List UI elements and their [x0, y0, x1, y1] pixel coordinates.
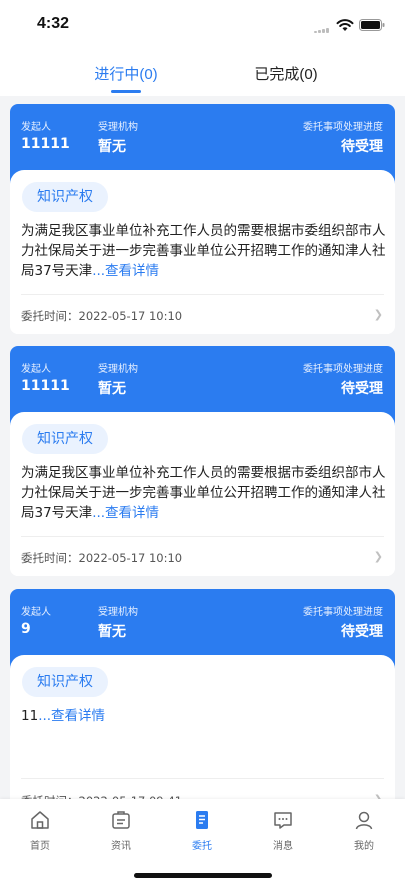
initiator-value: 11111	[21, 378, 70, 394]
wifi-icon	[336, 19, 354, 31]
description-text: 为满足我区事业单位补充工作人员的需要根据市委组织部市人力社保局关于进一步完善事业…	[21, 223, 386, 279]
nav-label: 资讯	[111, 841, 131, 852]
status-time: 4:32	[37, 15, 70, 32]
nav-label: 我的	[354, 841, 374, 852]
progress-label: 委托事项处理进度	[303, 607, 383, 618]
progress-label: 委托事项处理进度	[303, 364, 383, 375]
card-divider	[21, 778, 384, 779]
progress-value: 待受理	[341, 381, 383, 397]
category-tag: 知识产权	[22, 182, 108, 212]
progress-label: 委托事项处理进度	[303, 122, 383, 133]
card-description: 为满足我区事业单位补充工作人员的需要根据市委组织部市人力社保局关于进一步完善事业…	[21, 463, 387, 523]
tab-in-progress[interactable]: 进行中(0)	[90, 63, 162, 84]
active-tab-indicator	[111, 90, 141, 93]
nav-messages[interactable]: 消息	[253, 809, 313, 852]
nav-entrust[interactable]: 委托	[172, 809, 232, 852]
nav-home[interactable]: 首页	[10, 809, 70, 852]
nav-label: 首页	[30, 841, 50, 852]
card-divider	[21, 294, 384, 295]
view-details-link[interactable]: ...查看详情	[92, 505, 159, 521]
entrust-card[interactable]: 发起人 11111 受理机构 暂无 委托事项处理进度 待受理 知识产权 为满足我…	[10, 346, 395, 576]
news-icon	[112, 811, 130, 829]
agency-label: 受理机构	[98, 364, 138, 375]
agency-label: 受理机构	[98, 122, 138, 133]
home-indicator	[134, 873, 272, 878]
status-tabs: 进行中(0) 已完成(0)	[0, 50, 405, 96]
entrust-card[interactable]: 发起人 11111 受理机构 暂无 委托事项处理进度 待受理 知识产权 为满足我…	[10, 104, 395, 334]
nav-profile[interactable]: 我的	[334, 809, 394, 852]
initiator-value: 11111	[21, 136, 70, 152]
nav-label: 消息	[273, 841, 293, 852]
status-bar: 4:32	[0, 0, 405, 50]
category-tag: 知识产权	[22, 667, 108, 697]
agency-value: 暂无	[98, 624, 126, 640]
message-icon	[274, 812, 292, 829]
progress-value: 待受理	[341, 624, 383, 640]
entrust-card[interactable]: 发起人 9 受理机构 暂无 委托事项处理进度 待受理 知识产权 11...查看详…	[10, 589, 395, 819]
nav-label: 委托	[192, 841, 212, 852]
signal-icon	[314, 28, 330, 33]
view-details-link[interactable]: ...查看详情	[92, 263, 159, 279]
card-description: 为满足我区事业单位补充工作人员的需要根据市委组织部市人力社保局关于进一步完善事业…	[21, 221, 387, 281]
initiator-label: 发起人	[21, 122, 51, 133]
description-text: 11	[21, 708, 39, 724]
card-description: 11...查看详情	[21, 706, 387, 726]
agency-value: 暂无	[98, 139, 126, 155]
entrust-time: 委托时间：2022-05-17 10:10	[21, 551, 183, 565]
entrust-time: 委托时间：2022-05-17 10:10	[21, 309, 183, 323]
agency-value: 暂无	[98, 381, 126, 397]
initiator-value: 9	[21, 621, 31, 637]
view-details-link[interactable]: ...查看详情	[38, 708, 105, 724]
chevron-right-icon[interactable]: ❯	[374, 550, 383, 563]
tab-completed[interactable]: 已完成(0)	[248, 63, 324, 84]
category-tag: 知识产权	[22, 424, 108, 454]
entrust-icon	[196, 811, 208, 829]
progress-value: 待受理	[341, 139, 383, 155]
card-divider	[21, 536, 384, 537]
description-text: 为满足我区事业单位补充工作人员的需要根据市委组织部市人力社保局关于进一步完善事业…	[21, 465, 386, 521]
card-body: 知识产权 为满足我区事业单位补充工作人员的需要根据市委组织部市人力社保局关于进一…	[10, 170, 395, 334]
home-icon	[31, 811, 49, 829]
initiator-label: 发起人	[21, 364, 51, 375]
nav-news[interactable]: 资讯	[91, 809, 151, 852]
battery-icon	[359, 19, 385, 31]
chevron-right-icon[interactable]: ❯	[374, 308, 383, 321]
card-body: 知识产权 11...查看详情 委托时间：2022-05-17 09:41 ❯	[10, 655, 395, 819]
initiator-label: 发起人	[21, 607, 51, 618]
agency-label: 受理机构	[98, 607, 138, 618]
profile-icon	[355, 811, 373, 830]
card-body: 知识产权 为满足我区事业单位补充工作人员的需要根据市委组织部市人力社保局关于进一…	[10, 412, 395, 576]
